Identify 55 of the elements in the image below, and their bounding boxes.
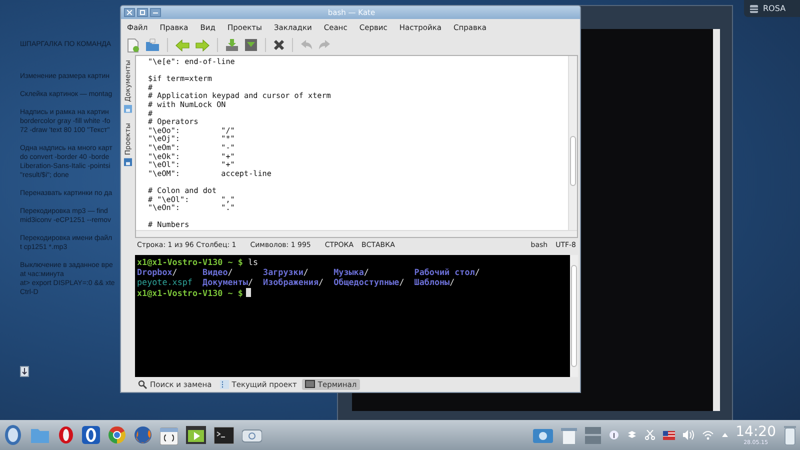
trash-icon[interactable]: [560, 426, 577, 444]
directory-name: Документы/: [202, 277, 254, 288]
terminal-icon[interactable]: [214, 426, 234, 444]
browser-icon[interactable]: [108, 426, 126, 444]
file-name: peyote.xspf: [137, 277, 194, 288]
letter-o-icon[interactable]: [58, 426, 74, 444]
video-player-icon[interactable]: [186, 426, 206, 444]
flag-icon[interactable]: [662, 430, 675, 440]
text-cursor: [246, 288, 251, 297]
directory-name: Музыка/: [334, 267, 370, 278]
windows-icon[interactable]: [584, 426, 601, 444]
minimize-button[interactable]: [150, 8, 161, 17]
box-icon[interactable]: [626, 430, 637, 440]
close-icon: [127, 10, 132, 15]
directory-name: Рабочий стол/: [414, 267, 481, 278]
close-button[interactable]: [124, 8, 135, 17]
directory-name: Изображения/: [263, 277, 325, 288]
shell-prompt: x1@x1-Vostro-V130 ~ $: [137, 257, 243, 267]
shell-prompt: x1@x1-Vostro-V130 ~ $: [137, 288, 243, 298]
terminal-panel[interactable]: x1@x1-Vostro-V130 ~ $ ls Dropbox/ Видео/ Загрузки/ Музыка/ Рабочий стол/ peyote.xspf Документы/ Изображения/ Общедоступные/ Шаблоны/ x1@x1-Vostro-V130 ~ $: [135, 255, 578, 377]
info-icon[interactable]: [608, 430, 619, 440]
terminal-icon: [304, 380, 315, 388]
wifi-icon[interactable]: [702, 430, 714, 440]
scrollbar[interactable]: [713, 29, 720, 411]
command-text: ls: [248, 257, 258, 267]
caret-up-icon[interactable]: [722, 433, 728, 437]
minimize-icon: [153, 10, 158, 15]
close-icon[interactable]: [273, 39, 285, 51]
scrollbar[interactable]: [570, 255, 578, 377]
new-document-icon[interactable]: [126, 38, 140, 52]
left-arrow-icon[interactable]: [175, 38, 190, 52]
calendar-icon[interactable]: [160, 426, 178, 444]
restore-icon: [140, 10, 145, 15]
right-arrow-icon[interactable]: [195, 38, 210, 52]
fox-globe-icon[interactable]: [134, 426, 152, 444]
directory-name: Общедоступные/: [334, 277, 406, 288]
search-icon: [138, 380, 147, 388]
desktop-badge: ROSA: [744, 0, 800, 17]
letter-o-tile-icon[interactable]: [82, 426, 100, 444]
list-icon: [220, 380, 229, 388]
directory-name: Dropbox/: [137, 267, 178, 278]
directory-name: Видео/: [202, 267, 234, 278]
volume-icon[interactable]: [682, 430, 694, 440]
camera-icon[interactable]: [532, 427, 553, 443]
scissors-icon[interactable]: [644, 430, 655, 440]
download-tray-icon[interactable]: [244, 38, 258, 52]
start-menu-icon[interactable]: [4, 424, 22, 446]
download-tray-icon[interactable]: [225, 38, 239, 52]
directory-name: Загрузки/: [263, 267, 310, 278]
restore-button[interactable]: [137, 8, 148, 17]
scrollbar[interactable]: [568, 56, 577, 230]
directory-name: Шаблоны/: [414, 277, 456, 288]
trash-can-icon[interactable]: [784, 425, 796, 445]
scrollbar[interactable]: [136, 230, 577, 237]
file-icon[interactable]: [20, 366, 29, 377]
